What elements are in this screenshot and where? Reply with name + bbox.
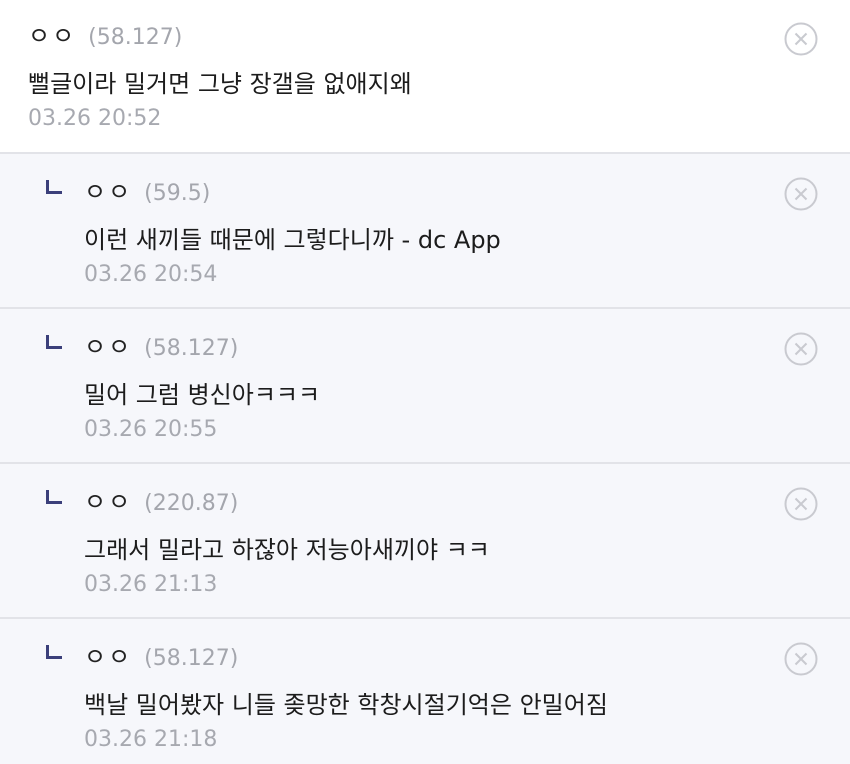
comment-nickname[interactable]: ㅇㅇ	[84, 637, 132, 672]
comment-item: ㅇㅇ (58.127) 뻘글이라 밀거면 그냥 장갤을 없애지왜 03.26 2…	[0, 0, 850, 154]
comment-nickname[interactable]: ㅇㅇ	[84, 327, 132, 362]
delete-comment-button[interactable]	[784, 332, 818, 366]
comment-nickname[interactable]: ㅇㅇ	[28, 16, 76, 51]
comment-header: ㅇㅇ (58.127)	[84, 637, 850, 671]
comment-ip: (59.5)	[144, 181, 211, 206]
comment-header: ㅇㅇ (58.127)	[28, 16, 850, 50]
comment-text: 백날 밀어봤자 니들 좆망한 학창시절기억은 안밀어짐	[84, 691, 608, 719]
reply-item: ㅇㅇ (58.127) 밀어 그럼 병신아ㅋㅋㅋ 03.26 20:55	[0, 309, 850, 464]
delete-comment-button[interactable]	[784, 177, 818, 211]
comment-ip: (58.127)	[144, 646, 239, 671]
close-circle-icon	[784, 22, 818, 56]
reply-corner-icon	[46, 180, 62, 194]
comment-text: 밀어 그럼 병신아ㅋㅋㅋ	[84, 381, 321, 409]
comment-header: ㅇㅇ (220.87)	[84, 482, 850, 516]
reply-corner-icon	[46, 490, 62, 504]
delete-comment-button[interactable]	[784, 642, 818, 676]
comment-ip: (58.127)	[88, 25, 183, 50]
comment-ip: (220.87)	[144, 491, 239, 516]
reply-item: ㅇㅇ (58.127) 백날 밀어봤자 니들 좆망한 학창시절기억은 안밀어짐 …	[0, 619, 850, 764]
comment-header: ㅇㅇ (59.5)	[84, 172, 850, 206]
reply-item: ㅇㅇ (220.87) 그래서 밀라고 하잖아 저능아새끼야 ㅋㅋ 03.26 …	[0, 464, 850, 619]
comment-nickname[interactable]: ㅇㅇ	[84, 172, 132, 207]
close-circle-icon	[784, 332, 818, 366]
comment-timestamp: 03.26 21:13	[84, 572, 218, 597]
comment-timestamp: 03.26 20:54	[84, 262, 218, 287]
close-circle-icon	[784, 487, 818, 521]
close-circle-icon	[784, 177, 818, 211]
comment-timestamp: 03.26 20:52	[28, 106, 162, 131]
comment-list: ㅇㅇ (58.127) 뻘글이라 밀거면 그냥 장갤을 없애지왜 03.26 2…	[0, 0, 850, 764]
comment-timestamp: 03.26 20:55	[84, 417, 218, 442]
comment-text: 그래서 밀라고 하잖아 저능아새끼야 ㅋㅋ	[84, 536, 490, 564]
reply-corner-icon	[46, 335, 62, 349]
comment-text: 이런 새끼들 때문에 그렇다니까 - dc App	[84, 226, 501, 254]
comment-nickname[interactable]: ㅇㅇ	[84, 482, 132, 517]
comment-ip: (58.127)	[144, 336, 239, 361]
delete-comment-button[interactable]	[784, 22, 818, 56]
comment-header: ㅇㅇ (58.127)	[84, 327, 850, 361]
reply-item: ㅇㅇ (59.5) 이런 새끼들 때문에 그렇다니까 - dc App 03.2…	[0, 154, 850, 309]
delete-comment-button[interactable]	[784, 487, 818, 521]
comment-timestamp: 03.26 21:18	[84, 727, 218, 752]
reply-corner-icon	[46, 645, 62, 659]
close-circle-icon	[784, 642, 818, 676]
comment-text: 뻘글이라 밀거면 그냥 장갤을 없애지왜	[28, 70, 412, 98]
